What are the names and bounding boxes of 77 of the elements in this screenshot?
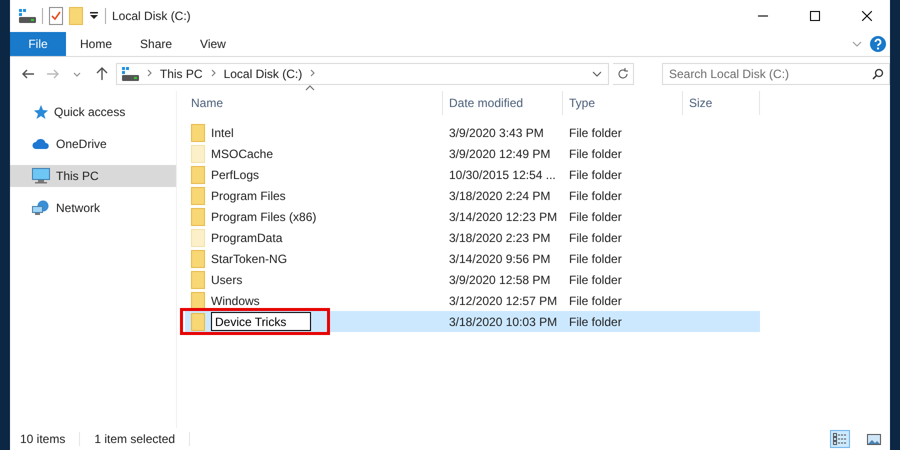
file-row[interactable]: Program Files 3/18/2020 2:24 PM File folder	[185, 185, 760, 206]
column-header[interactable]: Size	[683, 91, 760, 115]
type-cell-text: File folder	[568, 292, 623, 310]
expand-icon[interactable]	[852, 41, 862, 47]
file-row[interactable]: Intel 3/9/2020 3:43 PM File folder	[185, 122, 760, 143]
back-icon[interactable]	[21, 69, 36, 79]
selection-count: 1 item selected	[94, 432, 176, 446]
sidebar-item[interactable]: This PC	[10, 165, 176, 187]
item-count: 10 items	[20, 432, 66, 446]
file-name: ProgramData	[211, 230, 282, 246]
type-cell-text: File folder	[568, 230, 623, 246]
file-name: Windows	[211, 292, 260, 310]
type-cell-text: File folder	[568, 146, 623, 162]
close-icon[interactable]	[862, 11, 872, 21]
details-view-button[interactable]	[830, 430, 850, 448]
ribbon-tab[interactable]: Share	[126, 32, 186, 56]
file-row[interactable]: MSOCache 3/9/2020 12:49 PM File folder	[185, 143, 760, 164]
rename-field[interactable]: Device Tricks	[211, 312, 311, 331]
network-icon	[32, 200, 50, 216]
ribbon-tab[interactable]: View	[186, 32, 240, 56]
type-cell-text: File folder	[568, 124, 623, 142]
file-row[interactable]: Users 3/9/2020 12:58 PM File folder	[185, 269, 760, 290]
column-header[interactable]: Date modified	[443, 91, 563, 115]
drive-icon	[120, 67, 139, 81]
maximize-icon[interactable]	[810, 11, 820, 21]
date-cell-text: 3/9/2020 12:49 PM	[448, 146, 552, 162]
column-header[interactable]: Name	[185, 91, 443, 115]
type-cell-text: File folder	[568, 188, 623, 204]
file-row[interactable]: Program Files (x86) 3/14/2020 12:23 PM File folder	[185, 206, 760, 227]
file-row[interactable]: PerfLogs 10/30/2015 12:54 ... File folder	[185, 164, 760, 185]
help-icon[interactable]	[870, 36, 886, 52]
refresh-icon[interactable]	[618, 68, 629, 80]
type-cell-text: File folder	[568, 208, 623, 226]
breadcrumb[interactable]: Local Disk (C:)	[224, 67, 302, 81]
properties-icon[interactable]	[49, 7, 63, 25]
search-icon[interactable]	[872, 68, 884, 80]
sidebar-item[interactable]: OneDrive	[10, 133, 176, 155]
drive-icon	[18, 9, 36, 23]
date-cell-text: 10/30/2015 12:54 ...	[448, 166, 557, 184]
date-cell-text: 3/9/2020 3:43 PM	[448, 124, 545, 142]
window-title: Local Disk (C:)	[112, 9, 191, 23]
computer-icon	[32, 168, 50, 184]
file-row[interactable]: Windows 3/12/2020 12:57 PM File folder	[185, 290, 760, 311]
file-name: MSOCache	[211, 146, 274, 162]
address-bar[interactable]: This PC Local Disk (C:)	[116, 63, 610, 85]
cloud-icon	[32, 138, 50, 150]
file-name: Users	[211, 272, 242, 288]
file-name: StarToken-NG	[211, 250, 288, 268]
file-row[interactable]: ProgramData 3/18/2020 2:23 PM File folder	[185, 227, 760, 248]
search-field[interactable]: Search Local Disk (C:)	[662, 63, 890, 85]
sidebar-item[interactable]: Quick access	[10, 101, 176, 123]
breadcrumb[interactable]: This PC	[160, 67, 203, 81]
star-icon	[32, 104, 48, 120]
dropdown-icon[interactable]	[89, 12, 99, 20]
date-cell-text: 3/18/2020 2:23 PM	[448, 230, 552, 246]
column-header[interactable]: Type	[563, 91, 683, 115]
date-cell-text: 3/18/2020 10:03 PM	[448, 314, 558, 330]
type-cell-text: File folder	[568, 272, 623, 288]
up-icon[interactable]	[96, 67, 108, 81]
type-cell-text: File folder	[568, 314, 623, 330]
type-cell-text: File folder	[568, 166, 623, 184]
type-cell-text: File folder	[568, 250, 623, 268]
dropdown-icon[interactable]	[592, 71, 602, 77]
file-row[interactable]: StarToken-NG 3/14/2020 9:56 PM File folder	[185, 248, 760, 269]
date-cell-text: 3/9/2020 12:58 PM	[448, 272, 552, 288]
sidebar-item[interactable]: Network	[10, 197, 176, 219]
file-name: Intel	[211, 124, 234, 142]
file-name: Program Files	[211, 188, 286, 204]
ribbon-tab[interactable]: Home	[66, 32, 126, 56]
date-cell-text: 3/14/2020 12:23 PM	[448, 208, 558, 226]
date-cell-text: 3/12/2020 12:57 PM	[448, 292, 558, 310]
file-name: Program Files (x86)	[211, 208, 316, 226]
date-cell-text: 3/14/2020 9:56 PM	[448, 250, 552, 268]
file-menu-button[interactable]: File	[10, 32, 66, 56]
file-name: PerfLogs	[211, 166, 260, 184]
date-cell-text: 3/18/2020 2:24 PM	[448, 188, 552, 204]
sort-caret-icon	[305, 85, 315, 91]
